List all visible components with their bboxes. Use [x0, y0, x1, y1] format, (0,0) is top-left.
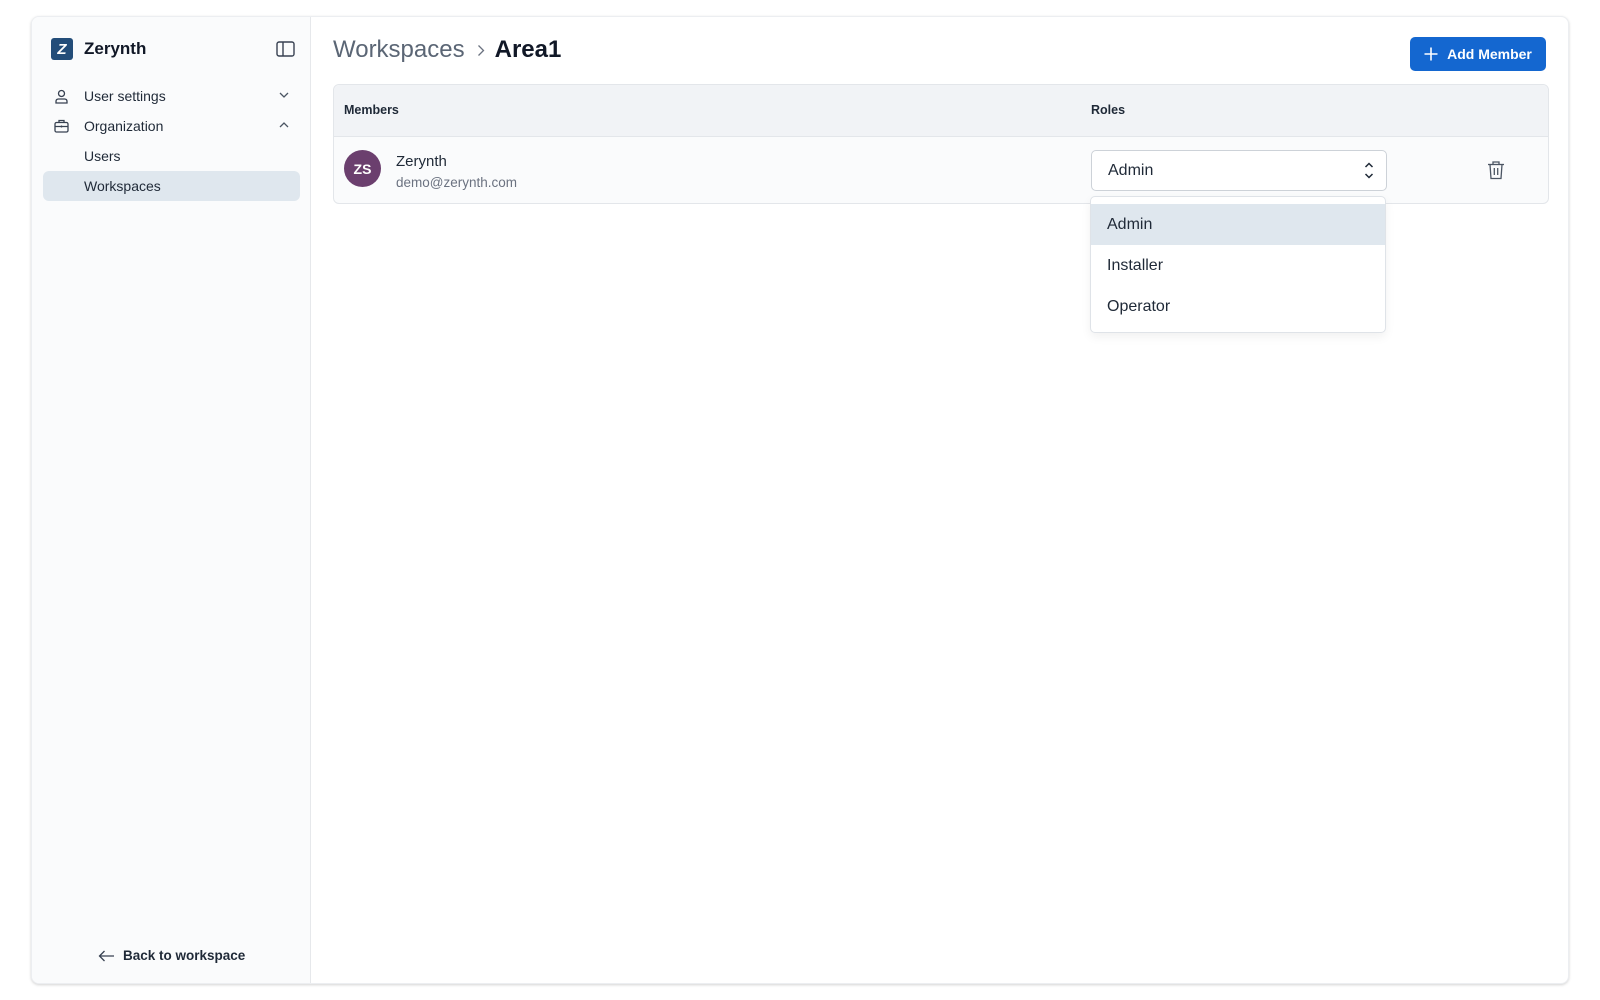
chevron-up-icon: [278, 119, 290, 131]
page-title: Area1: [494, 36, 562, 63]
sidebar-header: Z Zerynth: [51, 37, 295, 61]
member-email: demo@zerynth.com: [396, 175, 517, 190]
back-to-workspace-link[interactable]: Back to workspace: [98, 948, 245, 963]
member-name: Zerynth: [396, 153, 447, 170]
brand-logo: Z: [51, 38, 73, 60]
sidebar-item-organization[interactable]: Organization: [43, 111, 300, 141]
main-content: Workspaces Area1 Add Member Members Role…: [311, 17, 1568, 983]
chevron-right-icon: [477, 44, 485, 57]
add-member-button[interactable]: Add Member: [1410, 37, 1546, 71]
column-header-roles: Roles: [1091, 103, 1126, 117]
sidebar-nav: User settings Organization Users Workspa…: [43, 81, 300, 201]
role-select[interactable]: Admin: [1091, 150, 1387, 191]
sidebar-item-label: Organization: [84, 118, 164, 134]
role-option-installer[interactable]: Installer: [1091, 245, 1385, 286]
arrow-left-icon: [98, 950, 115, 962]
back-to-workspace-label: Back to workspace: [123, 948, 246, 963]
role-select-value: Admin: [1108, 161, 1154, 179]
user-icon: [53, 88, 69, 104]
table-header: Members Roles: [334, 85, 1548, 137]
brand-name: Zerynth: [84, 39, 147, 58]
sidebar-item-workspaces[interactable]: Workspaces: [43, 171, 300, 201]
sidebar-item-users[interactable]: Users: [43, 141, 300, 171]
briefcase-icon: [53, 118, 69, 134]
avatar: ZS: [344, 150, 381, 187]
breadcrumb: Workspaces Area1: [333, 36, 561, 64]
sidebar-item-label: User settings: [84, 88, 166, 104]
add-member-label: Add Member: [1447, 46, 1532, 62]
role-option-operator[interactable]: Operator: [1091, 286, 1385, 327]
plus-icon: [1424, 47, 1438, 61]
sidebar-item-user-settings[interactable]: User settings: [43, 81, 300, 111]
chevron-down-icon: [278, 89, 290, 101]
app-window: Z Zerynth User settings Organization Use…: [31, 16, 1569, 984]
role-dropdown-menu: Admin Installer Operator: [1090, 196, 1386, 333]
column-header-members: Members: [344, 103, 399, 117]
chevron-up-down-icon: [1364, 161, 1374, 180]
breadcrumb-parent[interactable]: Workspaces: [333, 36, 465, 64]
trash-icon[interactable]: [1485, 159, 1507, 181]
table-row: ZS Zerynth demo@zerynth.com Admin: [334, 137, 1548, 204]
members-table: Members Roles ZS Zerynth demo@zerynth.co…: [333, 84, 1549, 204]
sidebar: Z Zerynth User settings Organization Use…: [32, 17, 311, 983]
role-option-admin[interactable]: Admin: [1091, 204, 1385, 245]
sidebar-toggle-icon[interactable]: [275, 39, 295, 59]
